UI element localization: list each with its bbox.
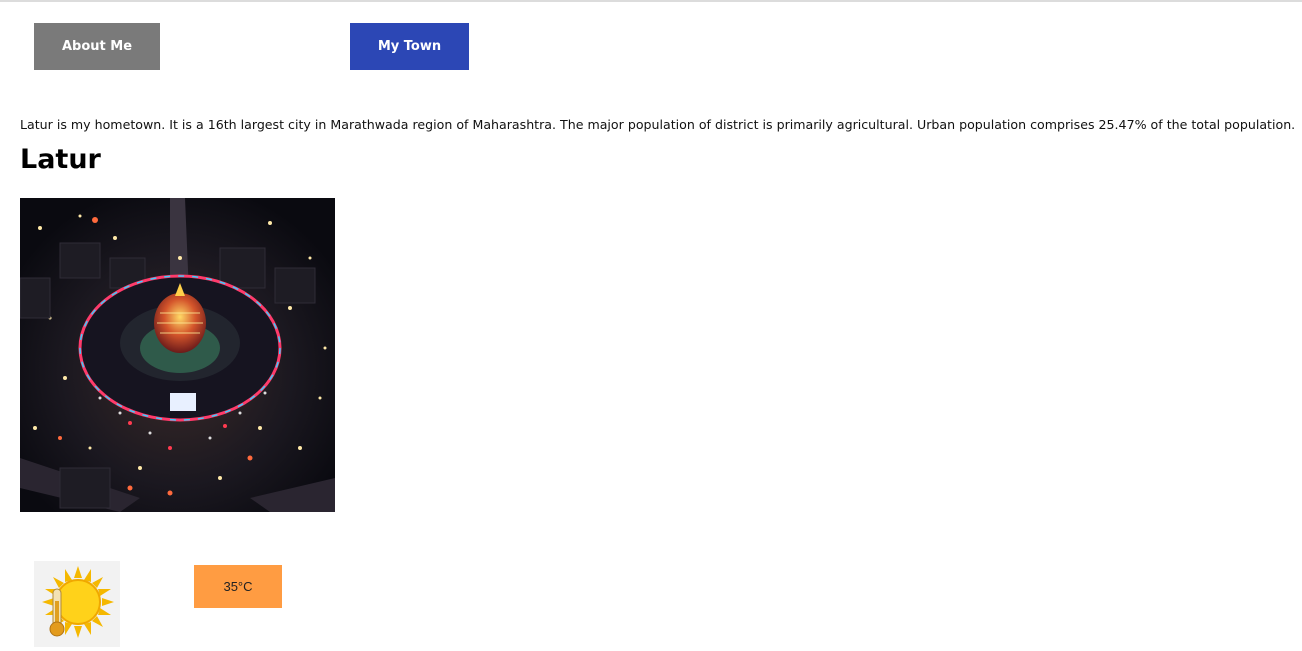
town-photo [20,198,335,512]
page-title: Latur [20,144,101,175]
sun-thermometer-icon [34,561,120,647]
temperature-badge: 35°C [194,565,282,608]
intro-paragraph: Latur is my hometown. It is a 16th large… [20,116,1296,132]
top-divider [0,0,1302,2]
about-me-button[interactable]: About Me [34,23,160,70]
my-town-button[interactable]: My Town [350,23,469,70]
